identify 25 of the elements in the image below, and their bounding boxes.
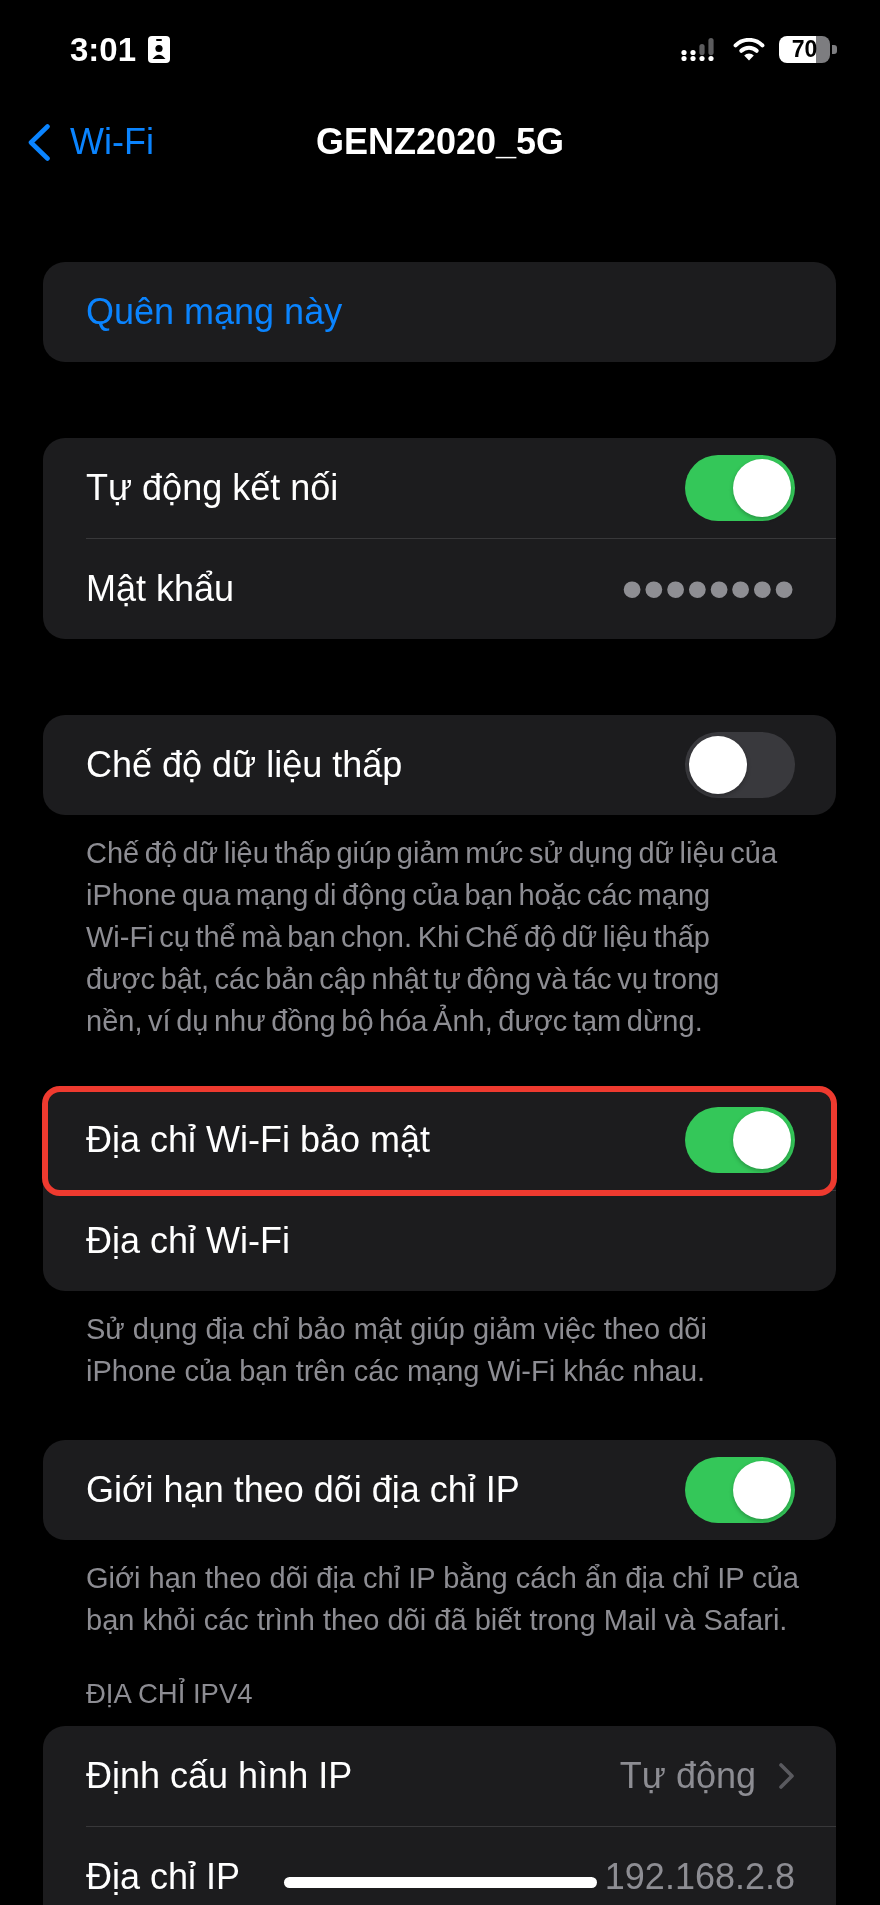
back-chevron-icon xyxy=(28,123,50,161)
back-button[interactable]: Wi-Fi xyxy=(28,122,154,162)
setting-label: Địa chỉ Wi-Fi bảo mật xyxy=(86,1119,431,1161)
setting-label: Địa chỉ IP xyxy=(86,1856,241,1898)
action-link[interactable]: Quên mạng này xyxy=(86,291,343,333)
setting-label: Mật khẩu xyxy=(86,568,235,610)
battery-indicator: 70 xyxy=(779,35,837,63)
section-footer: Chế độ dữ liệu thấp giúp giảm mức sử dụng dữ liệu của iPhone qua mạng di động của bạn hoặc các mạng Wi-Fi cụ thể mà bạn chọn. Khi Chế độ dữ liệu thấp được bật, các bản cập nhật tự động và tác vụ trong nền, ví dụ như đồng bộ hóa Ảnh, được tạm dừng. xyxy=(0,815,880,1042)
masked-password: •••••••• xyxy=(621,558,795,620)
section-header: ĐỊA CHỈ IPV4 xyxy=(85,1677,254,1711)
setting-label: Tự động kết nối xyxy=(86,467,339,509)
setting-label: Định cấu hình IP xyxy=(86,1755,353,1797)
setting-label: Chế độ dữ liệu thấp xyxy=(86,744,403,786)
setting-value: Tự động xyxy=(619,1755,756,1797)
setting-value: 192.168.2.8 xyxy=(604,1856,795,1898)
section-footer: Sử dụng địa chỉ bảo mật giúp giảm việc theo dõi iPhone của bạn trên các mạng Wi-Fi khác nhau. xyxy=(0,1291,880,1392)
setting-label: Địa chỉ Wi-Fi xyxy=(86,1220,290,1262)
chevron-right-icon xyxy=(778,1762,795,1790)
section-footer: Giới hạn theo dõi địa chỉ IP bằng cách ẩn địa chỉ IP của bạn khỏi các trình theo dõi đã biết trong Mail và Safari. xyxy=(0,1540,880,1641)
signal-icon xyxy=(681,37,717,61)
setting-label: Giới hạn theo dõi địa chỉ IP xyxy=(86,1469,520,1511)
nav-title: GENZ2020_5G xyxy=(315,121,565,163)
wifi-icon xyxy=(733,37,765,61)
status-time: 3:01 xyxy=(70,32,137,66)
person-badge-icon xyxy=(148,35,171,63)
